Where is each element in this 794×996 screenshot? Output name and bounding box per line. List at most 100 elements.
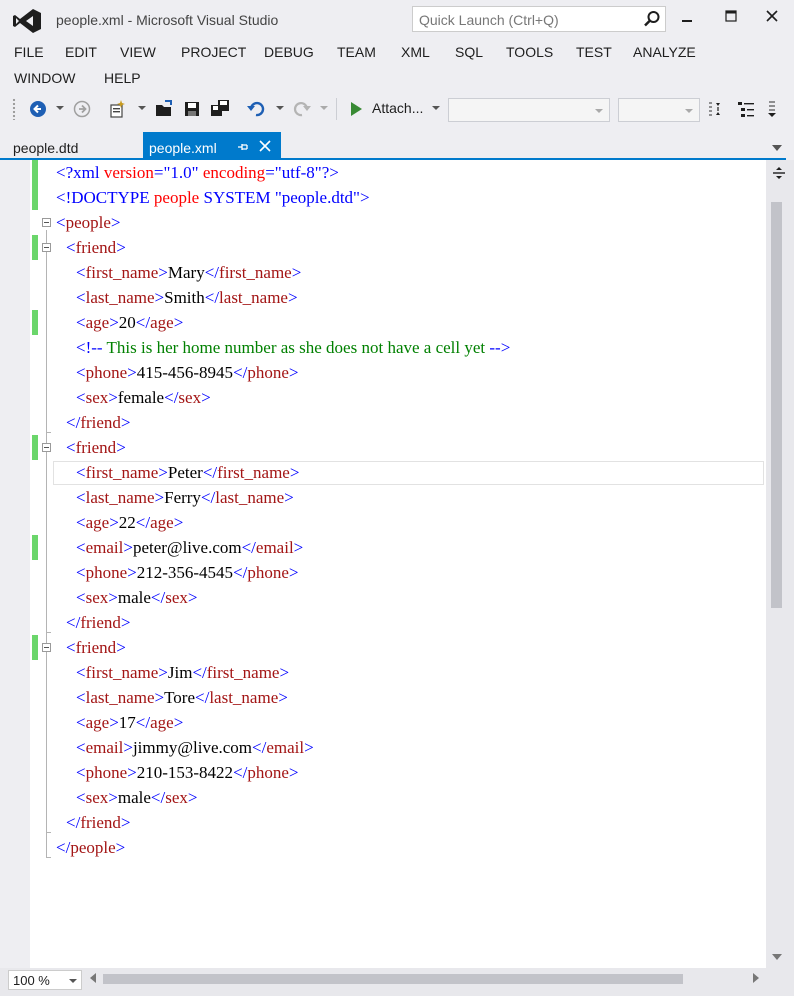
- zoom-level-value: 100 %: [13, 973, 50, 988]
- code-line: <sex>female</sex>: [76, 388, 211, 407]
- forward-icon[interactable]: [72, 99, 92, 119]
- code-line: <sex>male</sex>: [76, 588, 198, 607]
- menu-file[interactable]: FILE: [14, 44, 44, 60]
- close-tab-icon[interactable]: [259, 140, 271, 152]
- quick-launch-placeholder: Quick Launch (Ctrl+Q): [419, 12, 559, 28]
- scroll-left-icon[interactable]: [89, 973, 97, 983]
- menu-edit[interactable]: EDIT: [65, 44, 97, 60]
- code-line: <friend>: [66, 638, 126, 657]
- menu-project[interactable]: PROJECT: [181, 44, 246, 60]
- close-window-icon[interactable]: [758, 6, 788, 28]
- code-line: <first_name>Peter</first_name>: [76, 463, 300, 482]
- horizontal-scroll-thumb[interactable]: [103, 974, 683, 984]
- change-indicator: [32, 435, 38, 460]
- outline-end: [46, 832, 51, 833]
- code-line: <friend>: [66, 438, 126, 457]
- scroll-down-icon[interactable]: [772, 953, 782, 961]
- redo-dropdown-icon[interactable]: [320, 105, 328, 111]
- collapse-icon[interactable]: [42, 643, 51, 652]
- quick-launch-input[interactable]: Quick Launch (Ctrl+Q): [412, 6, 666, 32]
- standard-toolbar: Attach...: [0, 92, 794, 126]
- toolbar-options-icon[interactable]: [762, 99, 782, 119]
- code-line: <age>20</age>: [76, 313, 184, 332]
- new-project-dropdown-icon[interactable]: [138, 105, 146, 111]
- collapse-icon[interactable]: [42, 218, 51, 227]
- step-over-icon[interactable]: [706, 99, 726, 119]
- collapse-icon[interactable]: [42, 443, 51, 452]
- code-line: <email>jimmy@live.com</email>: [76, 738, 314, 757]
- document-tabs: people.dtd people.xml: [0, 132, 794, 160]
- tab-people-dtd[interactable]: people.dtd: [0, 132, 140, 160]
- minimize-icon[interactable]: [672, 6, 702, 28]
- change-indicator: [32, 535, 38, 560]
- outline-end: [46, 432, 51, 433]
- menu-bar: FILE EDIT VIEW PROJECT DEBUG TEAM XML SQ…: [0, 40, 794, 92]
- code-line: </people>: [56, 838, 126, 857]
- change-indicator: [32, 185, 38, 210]
- collapse-icon[interactable]: [42, 243, 51, 252]
- code-line: <friend>: [66, 238, 126, 257]
- code-line: <email>peter@live.com</email>: [76, 538, 304, 557]
- scroll-right-icon[interactable]: [752, 973, 760, 983]
- menu-test[interactable]: TEST: [576, 44, 612, 60]
- vertical-scroll-thumb[interactable]: [771, 202, 782, 608]
- chevron-down-icon: [69, 979, 77, 983]
- start-icon[interactable]: [346, 99, 366, 119]
- code-line: <age>17</age>: [76, 713, 184, 732]
- visual-studio-logo-icon: [13, 9, 41, 33]
- menu-analyze[interactable]: ANALYZE: [633, 44, 696, 60]
- chevron-down-icon[interactable]: [772, 145, 782, 151]
- code-line: </friend>: [66, 413, 131, 432]
- back-icon[interactable]: [28, 99, 48, 119]
- open-file-icon[interactable]: [154, 99, 174, 119]
- menu-help[interactable]: HELP: [104, 70, 141, 86]
- pin-icon[interactable]: [237, 141, 249, 153]
- toolbar-grip[interactable]: [12, 98, 16, 120]
- undo-icon[interactable]: [246, 99, 266, 119]
- code-line: </friend>: [66, 813, 131, 832]
- code-line: <last_name>Smith</last_name>: [76, 288, 298, 307]
- new-project-icon[interactable]: [108, 99, 128, 119]
- code-line: <phone>212-356-4545</phone>: [76, 563, 299, 582]
- save-all-icon[interactable]: [210, 99, 230, 119]
- menu-xml[interactable]: XML: [401, 44, 430, 60]
- title-bar: people.xml - Microsoft Visual Studio Qui…: [0, 0, 794, 40]
- menu-debug[interactable]: DEBUG: [264, 44, 314, 60]
- menu-sql[interactable]: SQL: [455, 44, 483, 60]
- code-line: <sex>male</sex>: [76, 788, 198, 807]
- search-icon[interactable]: [643, 10, 661, 28]
- outline-guide: [46, 230, 47, 858]
- back-dropdown-icon[interactable]: [56, 105, 64, 111]
- solution-platform-combo[interactable]: [618, 98, 700, 122]
- change-indicator: [32, 160, 38, 185]
- outline-end: [46, 632, 51, 633]
- menu-view[interactable]: VIEW: [120, 44, 156, 60]
- attach-dropdown-icon[interactable]: [432, 105, 440, 111]
- tab-people-xml-label: people.xml: [149, 140, 217, 156]
- code-line: </friend>: [66, 613, 131, 632]
- format-list-icon[interactable]: [736, 99, 756, 119]
- code-line: <people>: [56, 213, 121, 232]
- code-line: <!-- This is her home number as she does…: [76, 338, 511, 357]
- code-line: <last_name>Ferry</last_name>: [76, 488, 294, 507]
- maximize-icon[interactable]: [716, 6, 746, 28]
- solution-configuration-combo[interactable]: [448, 98, 610, 122]
- redo-icon[interactable]: [292, 99, 312, 119]
- save-icon[interactable]: [182, 99, 202, 119]
- split-window-icon[interactable]: [772, 166, 786, 180]
- code-line: <phone>415-456-8945</phone>: [76, 363, 299, 382]
- zoom-level-dropdown[interactable]: 100 %: [8, 970, 82, 990]
- toolbar-separator: [336, 98, 337, 120]
- code-line: <last_name>Tore</last_name>: [76, 688, 288, 707]
- attach-button[interactable]: Attach...: [372, 100, 423, 116]
- code-line: <!DOCTYPE people SYSTEM "people.dtd">: [56, 188, 370, 207]
- menu-window[interactable]: WINDOW: [14, 70, 75, 86]
- code-line: <age>22</age>: [76, 513, 184, 532]
- change-indicator: [32, 235, 38, 260]
- tab-people-xml[interactable]: people.xml: [143, 132, 281, 160]
- code-line: <phone>210-153-8422</phone>: [76, 763, 299, 782]
- menu-team[interactable]: TEAM: [337, 44, 376, 60]
- outline-end: [46, 857, 51, 858]
- undo-dropdown-icon[interactable]: [276, 105, 284, 111]
- menu-tools[interactable]: TOOLS: [506, 44, 553, 60]
